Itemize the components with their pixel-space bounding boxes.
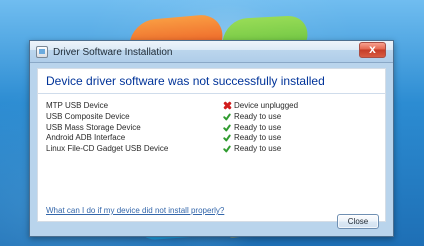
window-title: Driver Software Installation (53, 47, 173, 58)
device-status: Ready to use (223, 144, 281, 153)
device-name: Android ADB Interface (46, 133, 126, 143)
device-name: USB Mass Storage Device (46, 122, 141, 132)
device-name: Linux File-CD Gadget USB Device (46, 144, 169, 154)
check-icon (223, 112, 232, 121)
device-status: Ready to use (223, 112, 281, 121)
dialog-heading: Device driver software was not successfu… (46, 74, 325, 88)
window-app-icon (36, 46, 48, 58)
device-status-text: Ready to use (234, 122, 282, 132)
dialog-title-bar: Driver Software Installation x (30, 41, 393, 63)
device-status: Ready to use (223, 123, 281, 132)
device-status: Ready to use (223, 133, 281, 142)
check-icon (223, 133, 232, 142)
device-status-list: MTP USB Device Device unplugged USB Comp… (46, 101, 366, 155)
device-name: USB Composite Device (46, 111, 130, 121)
error-icon (223, 101, 232, 110)
heading-divider (38, 93, 385, 94)
device-row: Android ADB Interface Ready to use (46, 133, 366, 144)
device-row: MTP USB Device Device unplugged (46, 101, 366, 112)
driver-help-link[interactable]: What can I do if my device did not insta… (46, 206, 224, 215)
device-name: MTP USB Device (46, 101, 109, 110)
device-status-text: Ready to use (234, 111, 282, 121)
device-row: USB Composite Device Ready to use (46, 112, 366, 123)
dialog-content-panel: Device driver software was not successfu… (37, 68, 386, 222)
check-icon (223, 144, 232, 153)
driver-installation-dialog: Driver Software Installation x Device dr… (29, 40, 394, 237)
check-icon (223, 123, 232, 132)
close-button[interactable]: Close (337, 214, 379, 229)
window-close-button[interactable]: x (359, 42, 386, 58)
device-status-text: Ready to use (234, 144, 282, 154)
device-status: Device unplugged (223, 101, 298, 110)
device-row: USB Mass Storage Device Ready to use (46, 123, 366, 134)
device-status-text: Ready to use (234, 133, 282, 143)
device-status-text: Device unplugged (234, 101, 299, 110)
device-row: Linux File-CD Gadget USB Device Ready to… (46, 144, 366, 155)
